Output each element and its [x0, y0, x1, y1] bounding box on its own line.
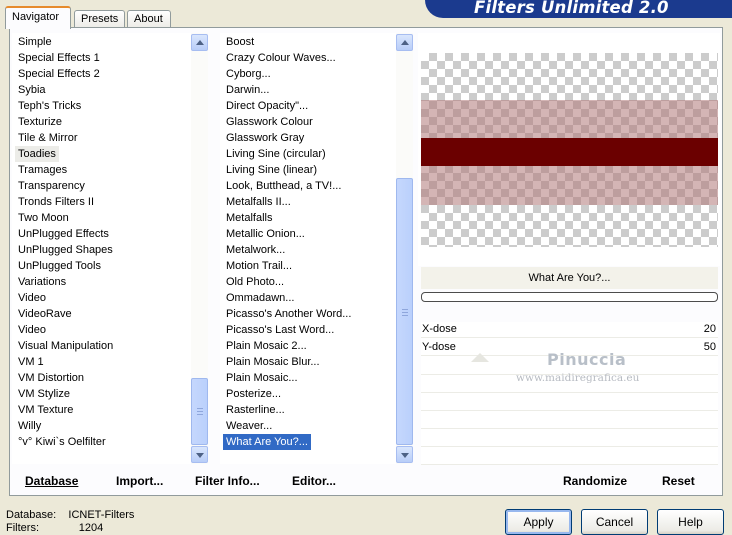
category-list-item[interactable]: Tile & Mirror — [15, 130, 80, 146]
category-list-item[interactable]: Video — [15, 322, 49, 338]
filter-list-item[interactable]: Metalfalls — [223, 210, 275, 226]
filter-list-item[interactable]: Weaver... — [223, 418, 275, 434]
param-row-empty — [421, 395, 718, 411]
import-button[interactable]: Import... — [116, 474, 163, 490]
category-list-item[interactable]: Visual Manipulation — [15, 338, 116, 354]
status-database: Database: ICNET-Filters — [6, 509, 135, 521]
param-value: 20 — [703, 323, 716, 335]
tab-navigator[interactable]: Navigator — [5, 6, 71, 29]
filter-list-item[interactable]: Darwin... — [223, 82, 272, 98]
filter-list-item[interactable]: Plain Mosaic... — [223, 370, 301, 386]
filter-list-item[interactable]: What Are You?... — [223, 434, 311, 450]
category-scrollbar[interactable] — [191, 33, 208, 464]
filter-list[interactable]: Boost Crazy Colour Waves... Cyborg... Darwi… — [220, 33, 396, 464]
category-list-item[interactable]: VM Distortion — [15, 370, 87, 386]
database-button[interactable]: Database — [25, 474, 78, 490]
filter-list-item[interactable]: Direct Opacity"... — [223, 98, 311, 114]
category-list-item[interactable]: Toadies — [15, 146, 59, 162]
arrow-up-icon — [401, 40, 409, 45]
filter-list-item[interactable]: Living Sine (linear) — [223, 162, 320, 178]
filter-scroll-thumb[interactable] — [396, 178, 413, 445]
filter-list-item[interactable]: Living Sine (circular) — [223, 146, 329, 162]
filter-list-item[interactable]: Metalwork... — [223, 242, 288, 258]
param-label: Y-dose — [422, 341, 456, 353]
category-list-item[interactable]: Variations — [15, 274, 69, 290]
cancel-button[interactable]: Cancel — [581, 509, 648, 535]
filter-list-item[interactable]: Look, Butthead, a TV!... — [223, 178, 344, 194]
filter-list-item[interactable]: Plain Mosaic Blur... — [223, 354, 323, 370]
category-list-item[interactable]: Texturize — [15, 114, 65, 130]
app-title: Filters Unlimited 2.0 — [474, 0, 669, 17]
category-list-item[interactable]: Special Effects 1 — [15, 50, 103, 66]
category-list-item[interactable]: Transparency — [15, 178, 88, 194]
filter-scrollbar[interactable] — [396, 33, 413, 464]
category-list-item[interactable]: UnPlugged Shapes — [15, 242, 116, 258]
filter-scroll-up-button[interactable] — [396, 34, 413, 51]
preview-dark-band — [421, 138, 718, 166]
filter-list-item[interactable]: Picasso's Another Word... — [223, 306, 354, 322]
category-scroll-thumb[interactable] — [191, 378, 208, 445]
filter-list-item[interactable]: Glasswork Colour — [223, 114, 316, 130]
editor-button[interactable]: Editor... — [292, 474, 336, 490]
category-list-item[interactable]: Video — [15, 290, 49, 306]
filter-list-item[interactable]: Ommadawn... — [223, 290, 297, 306]
category-list-item[interactable]: Special Effects 2 — [15, 66, 103, 82]
progress-bar — [421, 292, 718, 302]
arrow-down-icon — [401, 453, 409, 458]
filter-list-item[interactable]: Old Photo... — [223, 274, 287, 290]
filter-list-item[interactable]: Rasterline... — [223, 402, 288, 418]
category-scroll-up-button[interactable] — [191, 34, 208, 51]
filter-list-item[interactable]: Cyborg... — [223, 66, 274, 82]
category-list-item[interactable]: VM Stylize — [15, 386, 73, 402]
reset-button[interactable]: Reset — [662, 474, 695, 490]
tab-presets[interactable]: Presets — [74, 10, 125, 28]
filter-list-item[interactable]: Metallic Onion... — [223, 226, 308, 242]
tab-about[interactable]: About — [127, 10, 171, 28]
help-button[interactable]: Help — [657, 509, 724, 535]
filter-list-item[interactable]: Metalfalls II... — [223, 194, 294, 210]
database-name: ICNET-Filters — [68, 509, 135, 521]
category-list[interactable]: Simple Special Effects 1 Special Effects 2… — [12, 33, 192, 464]
category-list-item[interactable]: VM Texture — [15, 402, 76, 418]
param-row-empty — [421, 413, 718, 429]
filter-list-item[interactable]: Crazy Colour Waves... — [223, 50, 339, 66]
selected-filter-name: What Are You?... — [421, 267, 718, 289]
category-list-item[interactable]: Tronds Filters II — [15, 194, 97, 210]
category-list-item[interactable]: Tramages — [15, 162, 70, 178]
watermark-url: www.maidiregrafica.eu — [516, 372, 640, 384]
filter-list-item[interactable]: Plain Mosaic 2... — [223, 338, 310, 354]
category-list-item[interactable]: UnPlugged Tools — [15, 258, 104, 274]
param-label: X-dose — [422, 323, 457, 335]
category-list-item[interactable]: °v° Kiwi`s Oelfilter — [15, 434, 109, 450]
param-row-empty — [421, 431, 718, 447]
arrow-down-icon — [196, 453, 204, 458]
apply-button[interactable]: Apply — [505, 509, 572, 535]
param-value: 50 — [703, 341, 716, 353]
filter-list-item[interactable]: Posterize... — [223, 386, 284, 402]
category-list-item[interactable]: Sybia — [15, 82, 49, 98]
status-filters: Filters: 1204 — [6, 522, 104, 534]
filter-scroll-down-button[interactable] — [396, 446, 413, 463]
category-scroll-down-button[interactable] — [191, 446, 208, 463]
filter-list-item[interactable]: Motion Trail... — [223, 258, 295, 274]
watermark-name: Pinuccia — [547, 350, 627, 369]
param-row-empty — [421, 449, 718, 465]
param-row-x-dose[interactable]: X-dose 20 — [421, 322, 718, 338]
category-list-item[interactable]: UnPlugged Effects — [15, 226, 112, 242]
filter-list-item[interactable]: Boost — [223, 34, 257, 50]
filter-list-item[interactable]: Glasswork Gray — [223, 130, 307, 146]
filter-list-item[interactable]: Picasso's Last Word... — [223, 322, 337, 338]
category-list-item[interactable]: Two Moon — [15, 210, 72, 226]
category-list-item[interactable]: Willy — [15, 418, 44, 434]
parameter-panel: X-dose 20 Y-dose 50 — [421, 322, 718, 465]
arrow-up-icon — [196, 40, 204, 45]
filter-info-button[interactable]: Filter Info... — [195, 474, 260, 490]
category-list-item[interactable]: VM 1 — [15, 354, 47, 370]
category-list-item[interactable]: VideoRave — [15, 306, 75, 322]
category-list-item[interactable]: Teph's Tricks — [15, 98, 84, 114]
category-list-item[interactable]: Simple — [15, 34, 55, 50]
randomize-button[interactable]: Randomize — [563, 474, 627, 490]
filter-count: 1204 — [78, 522, 104, 534]
